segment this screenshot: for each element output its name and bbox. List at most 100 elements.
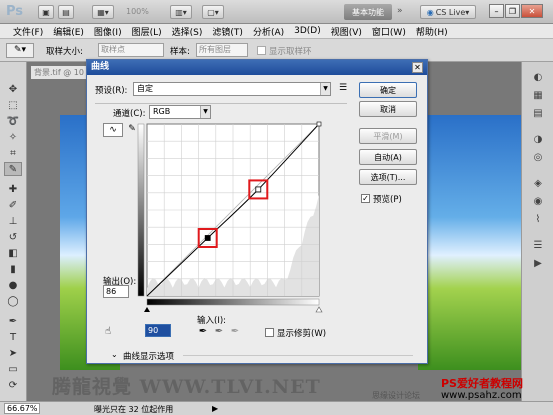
restore-button[interactable]: ❐: [505, 4, 520, 18]
input-field[interactable]: 90: [145, 324, 171, 337]
preset-select[interactable]: 自定 ▼: [133, 82, 331, 96]
close-button[interactable]: ✕: [521, 4, 543, 18]
marquee-tool-icon[interactable]: ⬚: [4, 98, 22, 112]
gray-point-eyedropper-icon[interactable]: ✒: [213, 324, 225, 338]
preview-label: 预览(P): [373, 195, 402, 205]
output-field[interactable]: 86: [103, 285, 129, 298]
path-selection-tool-icon[interactable]: ➤: [4, 346, 22, 360]
sample-size-select[interactable]: 取样点: [98, 43, 164, 57]
3d-rotate-tool-icon[interactable]: ⟳: [4, 378, 22, 392]
options-button[interactable]: 选项(T)...: [359, 169, 417, 185]
history-panel-icon[interactable]: ☰: [530, 238, 546, 252]
mini-bridge-icon[interactable]: ▤: [58, 5, 74, 19]
layers-panel-icon[interactable]: ◈: [530, 176, 546, 190]
menu-window[interactable]: 窗口(W): [367, 25, 411, 38]
history-brush-tool-icon[interactable]: ↺: [4, 230, 22, 244]
input-gradient-bar: [146, 298, 320, 306]
channels-panel-icon[interactable]: ◉: [530, 194, 546, 208]
preset-options-icon[interactable]: ☰: [339, 83, 347, 93]
on-image-adjust-icon[interactable]: ☝: [105, 326, 111, 337]
status-arrow-icon[interactable]: ▶: [212, 404, 218, 413]
cs-live-button[interactable]: ◉ CS Live ▾: [420, 5, 476, 19]
curves-dialog: 曲线 ✕ 预设(R): 自定 ▼ ☰ 确定 取消 平滑(M) 自动(A) 选项(…: [86, 59, 428, 364]
menu-filter[interactable]: 滤镜(T): [207, 25, 248, 38]
panel-dock: ◐ ▦ ▤ ◑ ◎ ◈ ◉ ⌇ ☰ ▶: [521, 62, 553, 402]
swatches-panel-icon[interactable]: ▦: [530, 88, 546, 102]
show-clipping-label: 显示修剪(W): [277, 329, 327, 339]
blur-tool-icon[interactable]: ●: [4, 278, 22, 292]
menu-layer[interactable]: 图层(L): [127, 25, 167, 38]
curve-endpoint: [316, 121, 322, 127]
quick-select-tool-icon[interactable]: ✧: [4, 130, 22, 144]
lasso-tool-icon[interactable]: ➰: [4, 114, 22, 128]
curve-edit-points-icon[interactable]: ∿: [103, 123, 123, 137]
toolbox: ✥ ⬚ ➰ ✧ ⌗ ✎ ✚ ✐ ⊥ ↺ ◧ ▮ ● ◯ ✒ T ➤ ▭ ⟳: [0, 62, 27, 402]
watermark-text: 腾龍視覺 WWW.TLVI.NET: [52, 376, 321, 398]
document-image-right[interactable]: [418, 115, 521, 370]
menu-help[interactable]: 帮助(H): [411, 25, 453, 38]
chevron-down-icon: ▼: [320, 83, 330, 95]
clone-stamp-tool-icon[interactable]: ⊥: [4, 214, 22, 228]
photoshop-logo: Ps: [6, 4, 24, 19]
paths-panel-icon[interactable]: ⌇: [530, 212, 546, 226]
watermark-url: www.psahz.com: [441, 390, 522, 401]
dodge-tool-icon[interactable]: ◯: [4, 294, 22, 308]
adjustments-panel-icon[interactable]: ◑: [530, 132, 546, 146]
minimize-button[interactable]: –: [489, 4, 504, 18]
divider: [95, 103, 347, 104]
expand-options-icon[interactable]: ⌄: [111, 350, 118, 359]
menu-3d[interactable]: 3D(D): [289, 26, 326, 36]
auto-button[interactable]: 自动(A): [359, 149, 417, 165]
shape-tool-icon[interactable]: ▭: [4, 362, 22, 376]
white-point-eyedropper-icon[interactable]: ✒: [229, 324, 241, 338]
curve-control-point: [255, 186, 262, 193]
screen-mode-icon[interactable]: ▢▾: [202, 5, 224, 19]
color-panel-icon[interactable]: ◐: [530, 70, 546, 84]
move-tool-icon[interactable]: ✥: [4, 82, 22, 96]
view-extras-icon[interactable]: ▦▾: [92, 5, 114, 19]
black-point-slider: [144, 307, 150, 312]
more-workspaces-icon[interactable]: »: [397, 6, 403, 16]
status-bar: 66.67% 曝光只在 32 位起作用 ▶: [0, 401, 553, 415]
healing-brush-tool-icon[interactable]: ✚: [4, 182, 22, 196]
zoom-field[interactable]: 66.67%: [4, 403, 40, 414]
menu-view[interactable]: 视图(V): [326, 25, 367, 38]
smooth-button[interactable]: 平滑(M): [359, 128, 417, 144]
pen-tool-icon[interactable]: ✒: [4, 314, 22, 328]
curve-control-point: [204, 235, 211, 241]
dialog-close-button[interactable]: ✕: [412, 62, 423, 73]
menu-image[interactable]: 图像(I): [89, 25, 127, 38]
crop-tool-icon[interactable]: ⌗: [4, 146, 22, 160]
sample-size-label: 取样大小:: [46, 47, 83, 57]
workspace-button[interactable]: 基本功能: [344, 4, 392, 20]
type-tool-icon[interactable]: T: [4, 330, 22, 344]
cancel-button[interactable]: 取消: [359, 101, 417, 117]
watermark-site-name: PS爱好者教程网: [441, 377, 523, 390]
curve-graph[interactable]: [135, 116, 335, 316]
actions-panel-icon[interactable]: ▶: [530, 256, 546, 270]
eyedropper-preset-icon[interactable]: ✎▾: [6, 43, 34, 58]
preset-value: 自定: [137, 84, 153, 93]
preview-checkbox[interactable]: ✓: [361, 194, 370, 203]
arrange-documents-icon[interactable]: ▥▾: [170, 5, 192, 19]
menu-file[interactable]: 文件(F): [8, 25, 48, 38]
menu-select[interactable]: 选择(S): [167, 25, 208, 38]
bridge-icon[interactable]: ▣: [38, 5, 54, 19]
brush-tool-icon[interactable]: ✐: [4, 198, 22, 212]
masks-panel-icon[interactable]: ◎: [530, 150, 546, 164]
show-ring-checkbox[interactable]: [257, 46, 266, 55]
sample-select[interactable]: 所有图层: [196, 43, 248, 57]
black-point-eyedropper-icon[interactable]: ✒: [197, 324, 209, 338]
menu-edit[interactable]: 编辑(E): [48, 25, 89, 38]
document-tab[interactable]: 背景.tif @ 10: [31, 66, 91, 79]
gradient-tool-icon[interactable]: ▮: [4, 262, 22, 276]
eraser-tool-icon[interactable]: ◧: [4, 246, 22, 260]
ok-button[interactable]: 确定: [359, 82, 417, 98]
show-clipping-checkbox[interactable]: [265, 328, 274, 337]
zoom-level[interactable]: 100%: [126, 7, 149, 16]
preset-label: 预设(R):: [95, 86, 128, 96]
styles-panel-icon[interactable]: ▤: [530, 106, 546, 120]
eyedropper-tool-icon[interactable]: ✎: [4, 162, 22, 176]
display-options-label[interactable]: 曲线显示选项: [123, 350, 174, 362]
menu-analysis[interactable]: 分析(A): [248, 25, 289, 38]
